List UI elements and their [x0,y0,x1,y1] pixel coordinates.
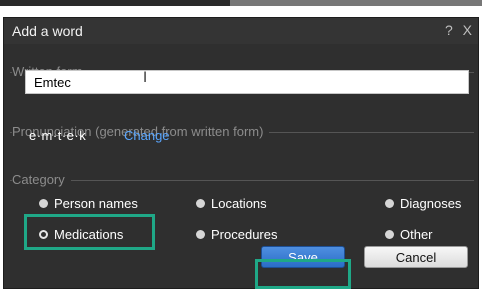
written-form-input[interactable] [25,70,469,94]
background-tab-dark [0,0,230,6]
text-cursor-icon: I [143,70,148,86]
radio-dot-icon [39,199,48,208]
dialog-titlebar: Add a word ? X [4,18,478,44]
radio-label: Procedures [211,227,278,242]
radio-diagnoses[interactable]: Diagnoses [385,196,461,211]
radio-procedures[interactable]: Procedures [196,227,277,242]
radio-locations[interactable]: Locations [196,196,267,211]
radio-person-names[interactable]: Person names [39,196,138,211]
medications-highlight-frame [24,214,155,250]
radio-other[interactable]: Other [385,227,433,242]
background-window-strip [0,0,482,16]
radio-dot-icon [385,199,394,208]
background-tab-gray [230,0,482,6]
category-rule [10,180,474,181]
change-pronunciation-link[interactable]: Change [124,128,170,143]
dialog-title: Add a word [12,23,83,39]
close-icon[interactable]: X [463,22,472,38]
cancel-button[interactable]: Cancel [364,246,468,268]
radio-dot-icon [385,230,394,239]
category-label: Category [12,172,71,187]
titlebar-controls: ? X [439,22,472,38]
radio-dot-icon [196,199,205,208]
radio-dot-icon [196,230,205,239]
pronunciation-phonemes: e·m·t·e·k [29,128,87,143]
save-highlight-frame [255,259,351,289]
radio-label: Other [400,227,433,242]
radio-label: Person names [54,196,138,211]
help-icon[interactable]: ? [445,22,453,38]
radio-label: Locations [211,196,267,211]
radio-label: Diagnoses [400,196,462,211]
